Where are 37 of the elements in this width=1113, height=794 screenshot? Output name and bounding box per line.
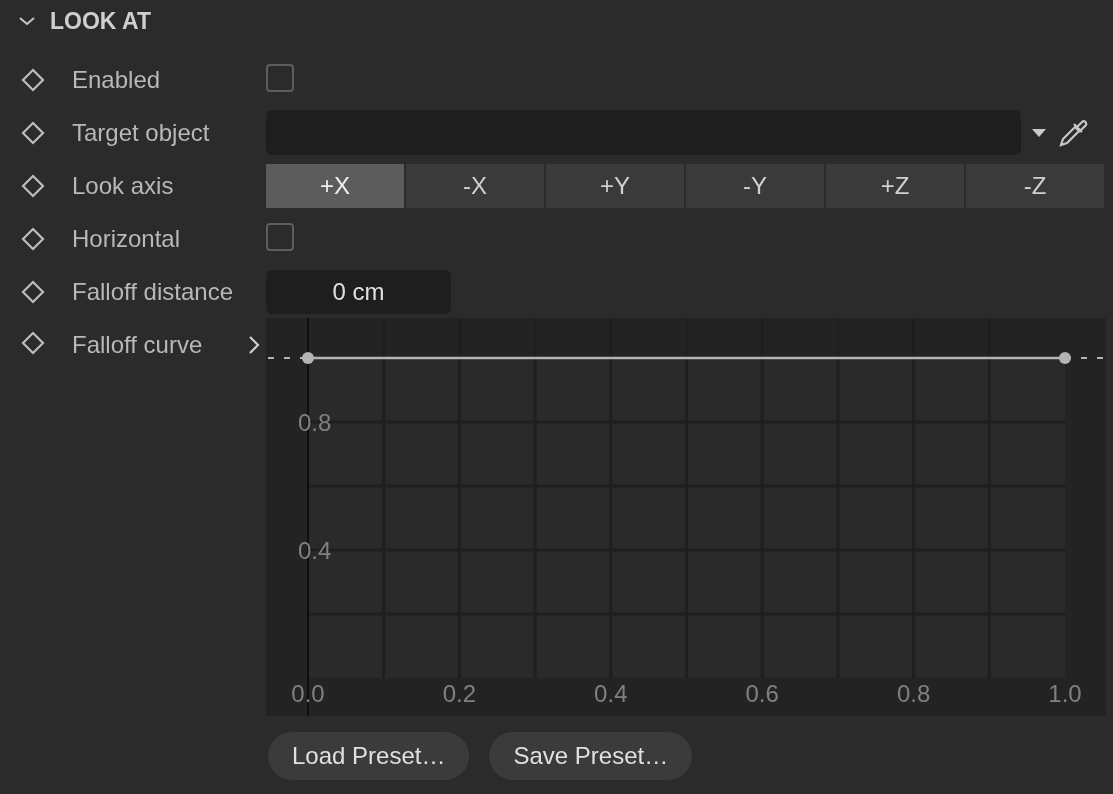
axis-toggle[interactable]: -Y <box>686 163 824 208</box>
keyframe-diamond-icon[interactable] <box>21 173 45 198</box>
keyframe-diamond-icon[interactable] <box>21 67 45 92</box>
curve-line[interactable] <box>267 352 1105 364</box>
axis-toggle[interactable]: +Y <box>546 163 684 208</box>
checkbox[interactable] <box>266 63 294 92</box>
number-field[interactable]: 0 cm <box>266 269 451 314</box>
keyframe-diamond-icon[interactable] <box>21 331 45 355</box>
preset-button[interactable]: Save Preset… <box>489 732 693 780</box>
x-tick-label: 0.4 <box>594 680 628 707</box>
property-label: Horizontal <box>72 224 181 253</box>
y-tick-label: 0.8 <box>298 409 332 436</box>
x-tick-label: 0.0 <box>291 680 325 707</box>
axis-toggle[interactable]: -Z <box>966 163 1104 208</box>
curve-editor[interactable]: 0.4 0.8 0.0 0.2 0.4 0.6 0.8 1.0 <box>266 318 1106 716</box>
x-tick-label: 0.6 <box>745 680 779 707</box>
chevron-right-icon[interactable] <box>248 335 260 355</box>
axis-toggle[interactable]: +Z <box>826 163 964 208</box>
axis-toggle[interactable]: -X <box>406 163 544 208</box>
keyframe-diamond-icon[interactable] <box>21 120 45 145</box>
chevron-icon[interactable] <box>18 15 36 27</box>
section-title: LOOK AT <box>50 7 151 35</box>
property-label: Falloff distance <box>72 277 233 306</box>
axis-toggle[interactable]: +X <box>266 163 404 208</box>
x-tick-label: 0.8 <box>896 680 931 707</box>
checkbox[interactable] <box>266 222 294 251</box>
property-label: Falloff curve <box>72 331 203 359</box>
property-label: Target object <box>72 118 210 147</box>
y-tick-label: 0.4 <box>298 537 332 564</box>
x-tick-label: 0.2 <box>442 680 477 707</box>
keyframe-diamond-icon[interactable] <box>21 226 45 251</box>
dropdown-triangle-icon[interactable] <box>1031 127 1047 138</box>
keyframe-diamond-icon[interactable] <box>21 279 45 304</box>
x-tick-label: 1.0 <box>1048 680 1082 707</box>
property-label: Look axis <box>72 171 174 200</box>
property-label: Enabled <box>72 65 161 94</box>
preset-button[interactable]: Load Preset… <box>268 732 470 780</box>
